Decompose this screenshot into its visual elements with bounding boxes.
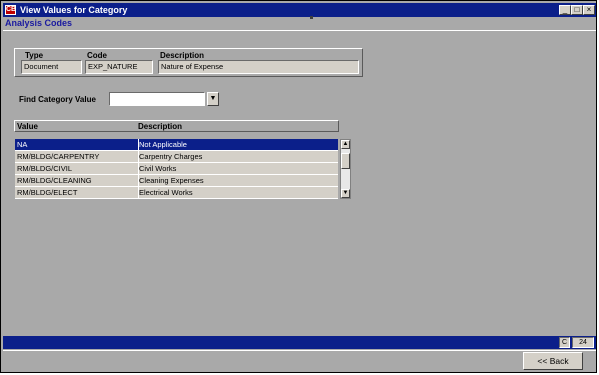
divider-bottom [3, 350, 596, 351]
cell-description: Not Applicable [139, 140, 187, 149]
cell-description: Electrical Works [139, 188, 193, 197]
grid-scrollbar[interactable]: ▲ ▼ [340, 139, 351, 199]
table-row[interactable]: RM/BLDG/CIVIL Civil Works [15, 163, 338, 175]
scroll-down-button[interactable]: ▼ [341, 189, 350, 198]
cell-value: RM/BLDG/CARPENTRY [15, 151, 139, 162]
description-label: Description [160, 51, 205, 60]
find-category-input[interactable] [109, 92, 205, 106]
back-button[interactable]: << Back [523, 352, 583, 370]
type-label: Type [25, 51, 44, 60]
status-count: 24 [572, 337, 594, 348]
page-title: Analysis Codes [5, 18, 73, 28]
column-header-value: Value [17, 122, 38, 131]
cell-value: NA [15, 139, 139, 150]
chevron-up-icon: ▲ [342, 141, 349, 147]
scroll-thumb[interactable] [341, 153, 350, 169]
table-row[interactable]: NA Not Applicable [15, 139, 338, 151]
find-category-label: Find Category Value [19, 95, 96, 104]
table-row[interactable]: RM/BLDG/CARPENTRY Carpentry Charges [15, 151, 338, 163]
find-dropdown-button[interactable]: ▼ [207, 92, 219, 106]
resize-marker [310, 16, 313, 19]
chevron-down-icon: ▼ [342, 190, 349, 196]
cell-description: Civil Works [139, 164, 177, 173]
app-icon: CB [5, 5, 17, 15]
cell-description: Carpentry Charges [139, 152, 203, 161]
status-bar [3, 336, 596, 349]
cell-value: RM/BLDG/CLEANING [15, 175, 139, 186]
title-bar: CB View Values for Category _ □ × [3, 3, 596, 17]
chevron-down-icon: ▼ [209, 95, 217, 102]
grid-header: Value Description [14, 120, 339, 132]
scroll-up-button[interactable]: ▲ [341, 140, 350, 149]
code-label: Code [87, 51, 107, 60]
table-row[interactable]: RM/BLDG/CLEANING Cleaning Expenses [15, 175, 338, 187]
divider-top [3, 30, 596, 31]
values-grid: NA Not Applicable RM/BLDG/CARPENTRY Carp… [15, 139, 338, 199]
maximize-button[interactable]: □ [571, 5, 583, 15]
column-header-description: Description [138, 122, 183, 131]
table-row[interactable]: RM/BLDG/ELECT Electrical Works [15, 187, 338, 199]
cell-value: RM/BLDG/ELECT [15, 187, 139, 198]
cell-value: RM/BLDG/CIVIL [15, 163, 139, 174]
status-mode: C [559, 337, 570, 348]
minimize-button[interactable]: _ [559, 5, 571, 15]
close-button[interactable]: × [583, 5, 595, 15]
view-values-window: CB View Values for Category _ □ × Analys… [0, 0, 597, 373]
description-field: Nature of Expense [158, 60, 359, 74]
code-field: EXP_NATURE [85, 60, 153, 74]
type-field: Document [21, 60, 82, 74]
window-title: View Values for Category [20, 5, 128, 15]
cell-description: Cleaning Expenses [139, 176, 204, 185]
